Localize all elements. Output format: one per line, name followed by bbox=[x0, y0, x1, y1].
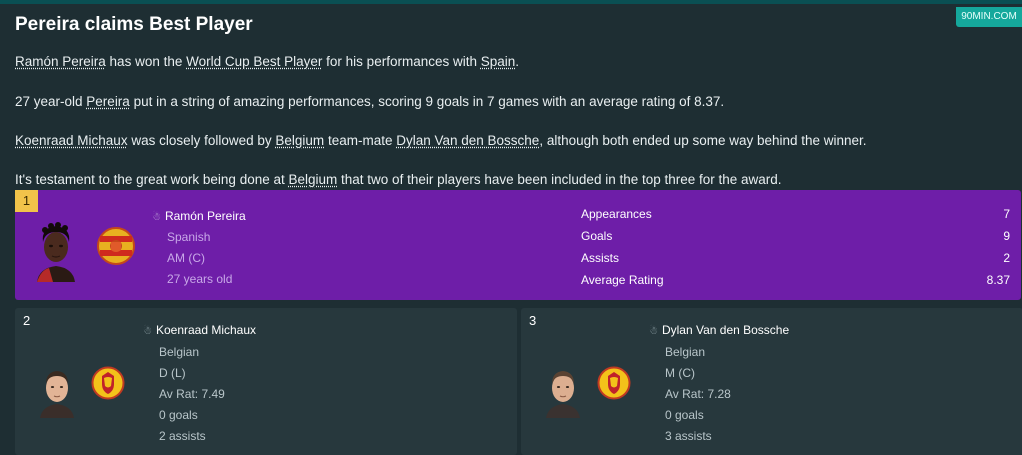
person-icon: ☃ bbox=[649, 326, 658, 337]
text: has won the bbox=[105, 54, 187, 69]
stat-value-assists: 2 bbox=[1003, 251, 1010, 265]
winner-nationality: Spanish bbox=[167, 230, 211, 244]
runner-rating: Av Rat: 7.28 bbox=[665, 387, 731, 401]
stat-label-goals: Goals bbox=[581, 229, 613, 243]
runner-name-text: Dylan Van den Bossche bbox=[661, 323, 790, 337]
person-icon: ☃ bbox=[152, 212, 161, 223]
runner-nationality: Belgian bbox=[159, 345, 200, 359]
runner-assists: 3 assists bbox=[665, 429, 712, 443]
winner-position: AM (C) bbox=[167, 251, 205, 265]
runner-goals: 0 goals bbox=[665, 408, 704, 422]
stat-label-appearances: Appearances bbox=[581, 207, 652, 221]
winner-name[interactable]: ☃ Ramón Pereira bbox=[152, 209, 246, 223]
stat-value-goals: 9 bbox=[1003, 229, 1010, 243]
link-pereira[interactable]: Pereira bbox=[86, 94, 130, 109]
belgium-flag-icon bbox=[91, 366, 125, 400]
winner-name-text: Ramón Pereira bbox=[164, 209, 246, 223]
watermark: 90MIN.COM bbox=[956, 7, 1022, 27]
person-icon: ☃ bbox=[143, 326, 152, 337]
link-world-cup-best-player[interactable]: World Cup Best Player bbox=[186, 54, 322, 69]
link-belgium[interactable]: Belgium bbox=[289, 172, 338, 187]
article-paragraph-2: 27 year-old Pereira put in a string of a… bbox=[15, 94, 724, 109]
article-paragraph-1: Ramón Pereira has won the World Cup Best… bbox=[15, 54, 519, 69]
rank-label: 3 bbox=[529, 313, 537, 328]
link-koenraad-michaux[interactable]: Koenraad Michaux bbox=[15, 133, 128, 148]
stat-value-appearances: 7 bbox=[1003, 207, 1010, 221]
runner-name[interactable]: ☃ Dylan Van den Bossche bbox=[649, 323, 789, 337]
player-face-icon bbox=[37, 222, 75, 282]
runner-nationality: Belgian bbox=[665, 345, 706, 359]
runner-name-text: Koenraad Michaux bbox=[155, 323, 257, 337]
belgium-flag-icon bbox=[597, 366, 631, 400]
rank-badge: 1 bbox=[15, 190, 38, 212]
text: was closely followed by bbox=[127, 133, 276, 148]
text: put in a string of amazing performances,… bbox=[129, 94, 725, 109]
stat-label-assists: Assists bbox=[581, 251, 620, 265]
text: for his performances with bbox=[322, 54, 481, 69]
stat-label-average-rating: Average Rating bbox=[581, 273, 664, 287]
runner-name[interactable]: ☃ Koenraad Michaux bbox=[143, 323, 256, 337]
runner-assists: 2 assists bbox=[159, 429, 206, 443]
player-face-icon bbox=[546, 371, 580, 418]
text: It's testament to the great work being d… bbox=[15, 172, 289, 187]
text: that two of their players have been incl… bbox=[337, 172, 782, 187]
link-spain[interactable]: Spain bbox=[481, 54, 516, 69]
text: 27 year-old bbox=[15, 94, 87, 109]
rank-label: 2 bbox=[23, 313, 31, 328]
runner-position: M (C) bbox=[665, 366, 695, 380]
runner-up-card-3[interactable]: 3 ☃ Dylan Van den Bossche Belgian M (C) A… bbox=[521, 308, 1022, 455]
winner-card[interactable]: 1 ☃ Ramón Pereira Spanish AM (C) 27 years… bbox=[15, 190, 1021, 300]
player-face-icon bbox=[40, 371, 74, 418]
article-paragraph-4: It's testament to the great work being d… bbox=[15, 172, 782, 187]
article-title: Pereira claims Best Player bbox=[15, 14, 253, 35]
text: , although both ended up some way behind… bbox=[539, 133, 867, 148]
text: . bbox=[515, 54, 520, 69]
runner-up-card-2[interactable]: 2 ☃ Koenraad Michaux Belgian D (L) Av Rat… bbox=[15, 308, 517, 455]
stat-value-average-rating: 8.37 bbox=[986, 273, 1010, 287]
link-dylan-van-den-bossche[interactable]: Dylan Van den Bossche bbox=[396, 133, 539, 148]
runner-rating: Av Rat: 7.49 bbox=[159, 387, 225, 401]
spain-flag-icon bbox=[97, 227, 135, 265]
winner-age: 27 years old bbox=[167, 272, 233, 286]
runner-position: D (L) bbox=[159, 366, 186, 380]
top-accent-bar bbox=[0, 0, 1022, 4]
link-belgium[interactable]: Belgium bbox=[275, 133, 324, 148]
runner-goals: 0 goals bbox=[159, 408, 198, 422]
article-paragraph-3: Koenraad Michaux was closely followed by… bbox=[15, 133, 867, 148]
link-ramon-pereira[interactable]: Ramón Pereira bbox=[15, 54, 106, 69]
text: team-mate bbox=[324, 133, 397, 148]
